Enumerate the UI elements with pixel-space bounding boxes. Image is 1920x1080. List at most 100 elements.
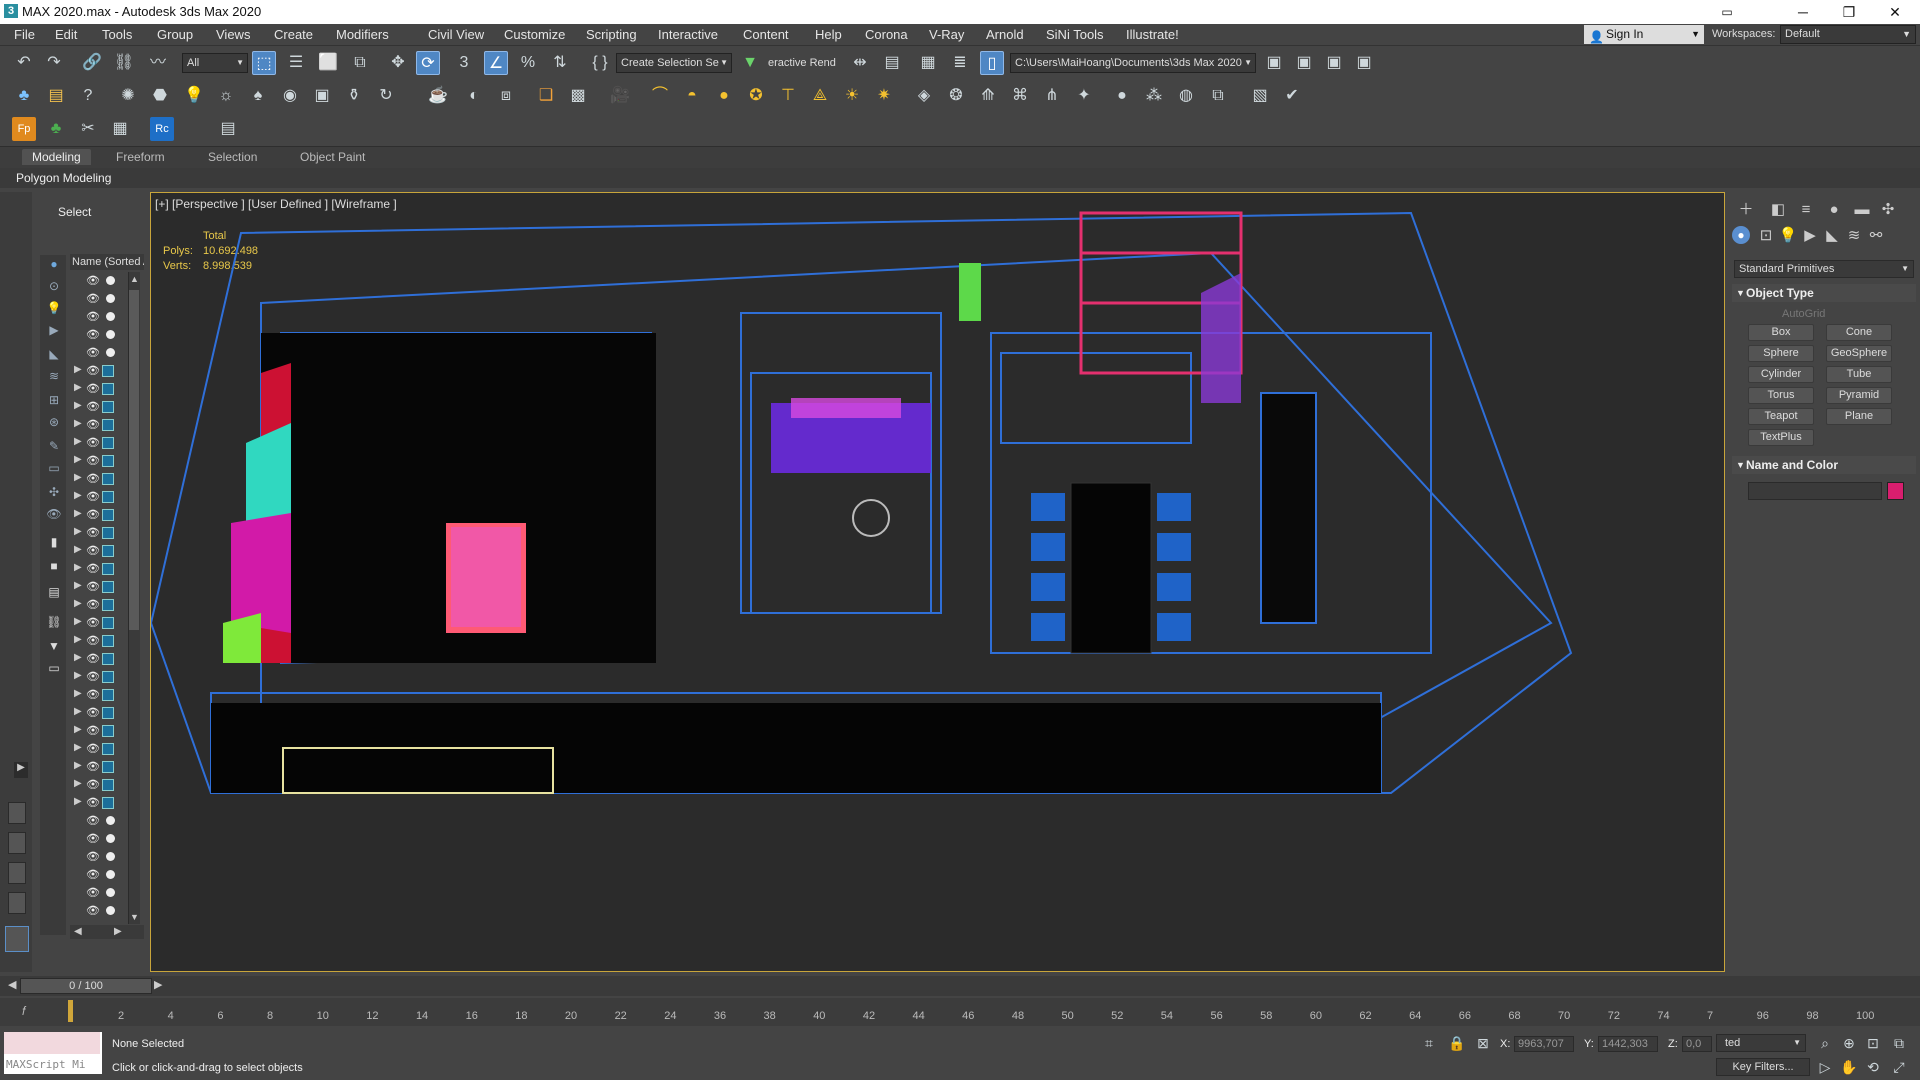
y-coordinate-field[interactable]: 1442,303 [1598,1036,1658,1052]
expand-arrow-icon[interactable]: ▶ [74,436,82,447]
cameras-category-icon[interactable]: ▶ [1800,226,1820,246]
menu-create[interactable]: Create [274,27,313,42]
rc-plugin-icon[interactable]: Rc [150,117,174,141]
select-by-name-icon[interactable]: ☰ [284,51,308,75]
decal-icon[interactable]: ✦ [1072,84,1096,108]
list-item[interactable]: ▶ 👁 [72,724,132,738]
texture-icon[interactable]: ◍ [1174,84,1198,108]
scene-scrollbar-thumb[interactable] [129,290,139,630]
list-item[interactable]: 👁 [72,814,132,828]
strip-button-3[interactable] [8,862,26,884]
workspace-icon-2[interactable]: ▣ [1292,51,1316,75]
groups-filter-icon[interactable]: ⊞ [46,393,62,407]
visibility-eye-icon[interactable]: 👁 [86,868,100,881]
expand-arrow-icon[interactable]: ▶ [74,598,82,609]
cameras-filter-icon[interactable]: ▶ [46,323,62,337]
strip-button-5[interactable] [5,926,29,952]
render-camera-icon[interactable]: 🎥 [608,84,632,108]
name-color-rollout[interactable]: ▼ Name and Color [1732,456,1916,474]
list-item[interactable]: ▶ 👁 [72,508,132,522]
menu-edit[interactable]: Edit [55,27,77,42]
utilities-tab-icon[interactable]: ✣ [1878,200,1898,220]
visibility-eye-icon[interactable]: 👁 [86,382,100,395]
align-icon[interactable]: ▤ [880,51,904,75]
key-filters-button[interactable]: Key Filters... [1716,1058,1810,1076]
lamp-icon[interactable]: ⌒ [648,84,672,108]
fp-plugin-icon[interactable]: Fp [12,117,36,141]
toggle-ribbon-icon[interactable]: ▯ [980,51,1004,75]
vase-icon[interactable]: ⚱ [342,84,366,108]
material-editor-icon[interactable]: ⁂ [1142,84,1166,108]
zoom-icon[interactable]: ⌕ [1816,1034,1834,1052]
visibility-eye-icon[interactable]: 👁 [86,418,100,431]
menu-vray[interactable]: V-Ray [929,27,964,42]
undo-icon[interactable]: ↶ [12,51,36,75]
spinner-snap-icon[interactable]: ⇅ [548,51,572,75]
list-item[interactable]: 👁 [72,310,132,324]
visibility-eye-icon[interactable]: 👁 [86,796,100,809]
sphere-render-icon[interactable]: ◐ [462,84,486,108]
list-item[interactable]: 👁 [72,904,132,918]
expand-arrow-icon[interactable]: ▶ [74,364,82,375]
list-icon[interactable]: ▤ [44,84,68,108]
list-item[interactable]: 👁 [72,850,132,864]
containers-filter-icon[interactable]: ▭ [46,461,62,475]
link-icon[interactable]: 🔗 [80,51,104,75]
workspace-dropdown[interactable]: Default ▼ [1780,25,1916,44]
visibility-eye-icon[interactable]: 👁 [86,346,100,359]
list-item[interactable]: ▶ 👁 [72,418,132,432]
display-tab-icon[interactable]: ▬ [1852,200,1872,220]
strip-button-2[interactable] [8,832,26,854]
cylinder-button[interactable]: Cylinder [1748,366,1814,383]
geosphere-button[interactable]: GeoSphere [1826,345,1892,362]
expand-arrow-icon[interactable]: ▶ [74,508,82,519]
visibility-eye-icon[interactable]: 👁 [86,760,100,773]
list-item[interactable]: ▶ 👁 [72,598,132,612]
camera-icon[interactable]: ◉ [278,84,302,108]
frozen-filter-icon[interactable]: ✣ [46,485,62,499]
unlink-icon[interactable]: ⛓ [112,51,136,75]
z-coordinate-field[interactable]: 0,0 [1682,1036,1712,1052]
forest-icon[interactable]: ♣ [12,84,36,108]
mirror-icon[interactable]: ⇹ [848,51,872,75]
visibility-eye-icon[interactable]: 👁 [86,598,100,611]
named-selection-dropdown[interactable]: Create Selection Se ▼ [616,53,732,73]
list-item[interactable]: ▶ 👁 [72,454,132,468]
workspace-icon-4[interactable]: ▣ [1352,51,1376,75]
hierarchy-tab-icon[interactable]: ≡ [1796,200,1816,220]
safe-icon[interactable]: ⧈ [494,84,518,108]
strip-button-1[interactable] [8,802,26,824]
object-color-swatch[interactable] [1887,482,1904,500]
track-bar[interactable]: 𝑓 2 4 6 8 10 12 14 16 18 20 22 24 36 38 40 42 44 46 48 50 52… [0,998,1920,1026]
expand-arrow-icon[interactable]: ▶ [74,544,82,555]
object-name-field[interactable] [1748,482,1882,500]
teapot-button[interactable]: Teapot [1748,408,1814,425]
expand-arrow-icon[interactable]: ▶ [74,400,82,411]
menu-tools[interactable]: Tools [102,27,132,42]
layer-explorer-icon[interactable]: ≣ [948,51,972,75]
list-item[interactable]: ▶ 👁 [72,616,132,630]
geometry-category-icon[interactable]: ● [1732,226,1750,244]
chat-icon[interactable]: ❑ [534,84,558,108]
scene-explorer-icon[interactable]: ▦ [916,51,940,75]
expand-arrow-icon[interactable]: ▶ [74,652,82,663]
xref-filter-icon[interactable]: ⊛ [46,415,62,429]
zoom-extents-icon[interactable]: ⊡ [1864,1034,1882,1052]
visibility-eye-icon[interactable]: 👁 [86,508,100,521]
tab-freeform[interactable]: Freeform [116,150,165,164]
visibility-eye-icon[interactable]: 👁 [86,706,100,719]
visibility-eye-icon[interactable]: 👁 [86,364,100,377]
help-icon[interactable]: ? [76,84,100,108]
list-item[interactable]: ▶ 👁 [72,580,132,594]
expand-arrow-icon[interactable]: ▶ [74,778,82,789]
absolute-mode-icon[interactable]: ⊠ [1474,1034,1492,1052]
spacewarps-category-icon[interactable]: ≋ [1844,226,1864,246]
maximize-viewport-icon[interactable]: ⤢ [1890,1058,1908,1076]
visibility-eye-icon[interactable]: 👁 [86,544,100,557]
object-type-rollout[interactable]: ▼ Object Type [1732,284,1916,302]
tree-icon[interactable]: ♠ [246,84,270,108]
scatter-icon[interactable]: ⌘ [1008,84,1032,108]
bind-spacewarp-icon[interactable]: 〰 [146,51,170,75]
layers-icon[interactable]: ⧉ [1206,84,1230,108]
bones-filter-icon[interactable]: ✎ [46,439,62,453]
